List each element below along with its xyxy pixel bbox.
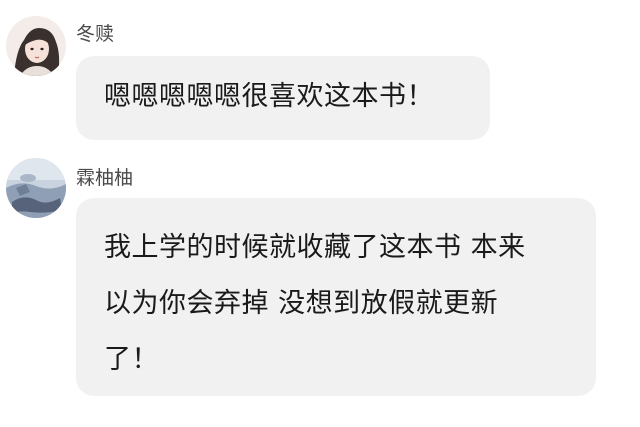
message-bubble: 嗯嗯嗯嗯嗯很喜欢这本书！ <box>76 56 490 140</box>
user-avatar[interactable] <box>6 16 66 76</box>
username[interactable]: 冬赎 <box>76 22 114 46</box>
username[interactable]: 霖柚柚 <box>76 166 133 190</box>
comment-item: 霖柚柚 我上学的时候就收藏了这本书 本来 以为你会弃掉 没想到放假就更新 了！ <box>0 150 640 427</box>
comment-item: 冬赎 嗯嗯嗯嗯嗯很喜欢这本书！ <box>0 0 640 150</box>
message-bubble: 我上学的时候就收藏了这本书 本来 以为你会弃掉 没想到放假就更新 了！ <box>76 198 596 396</box>
avatar-girl-illustration-icon <box>6 16 66 76</box>
avatar-photo-icon <box>6 158 66 218</box>
comment-thread: 冬赎 嗯嗯嗯嗯嗯很喜欢这本书！ 霖柚柚 我上学的时候就收藏了这本书 本来 以为你… <box>0 0 640 427</box>
message-text: 嗯嗯嗯嗯嗯很喜欢这本书！ <box>104 81 434 112</box>
message-text: 我上学的时候就收藏了这本书 本来 以为你会弃掉 没想到放假就更新 了！ <box>104 232 526 375</box>
user-avatar[interactable] <box>6 158 66 218</box>
